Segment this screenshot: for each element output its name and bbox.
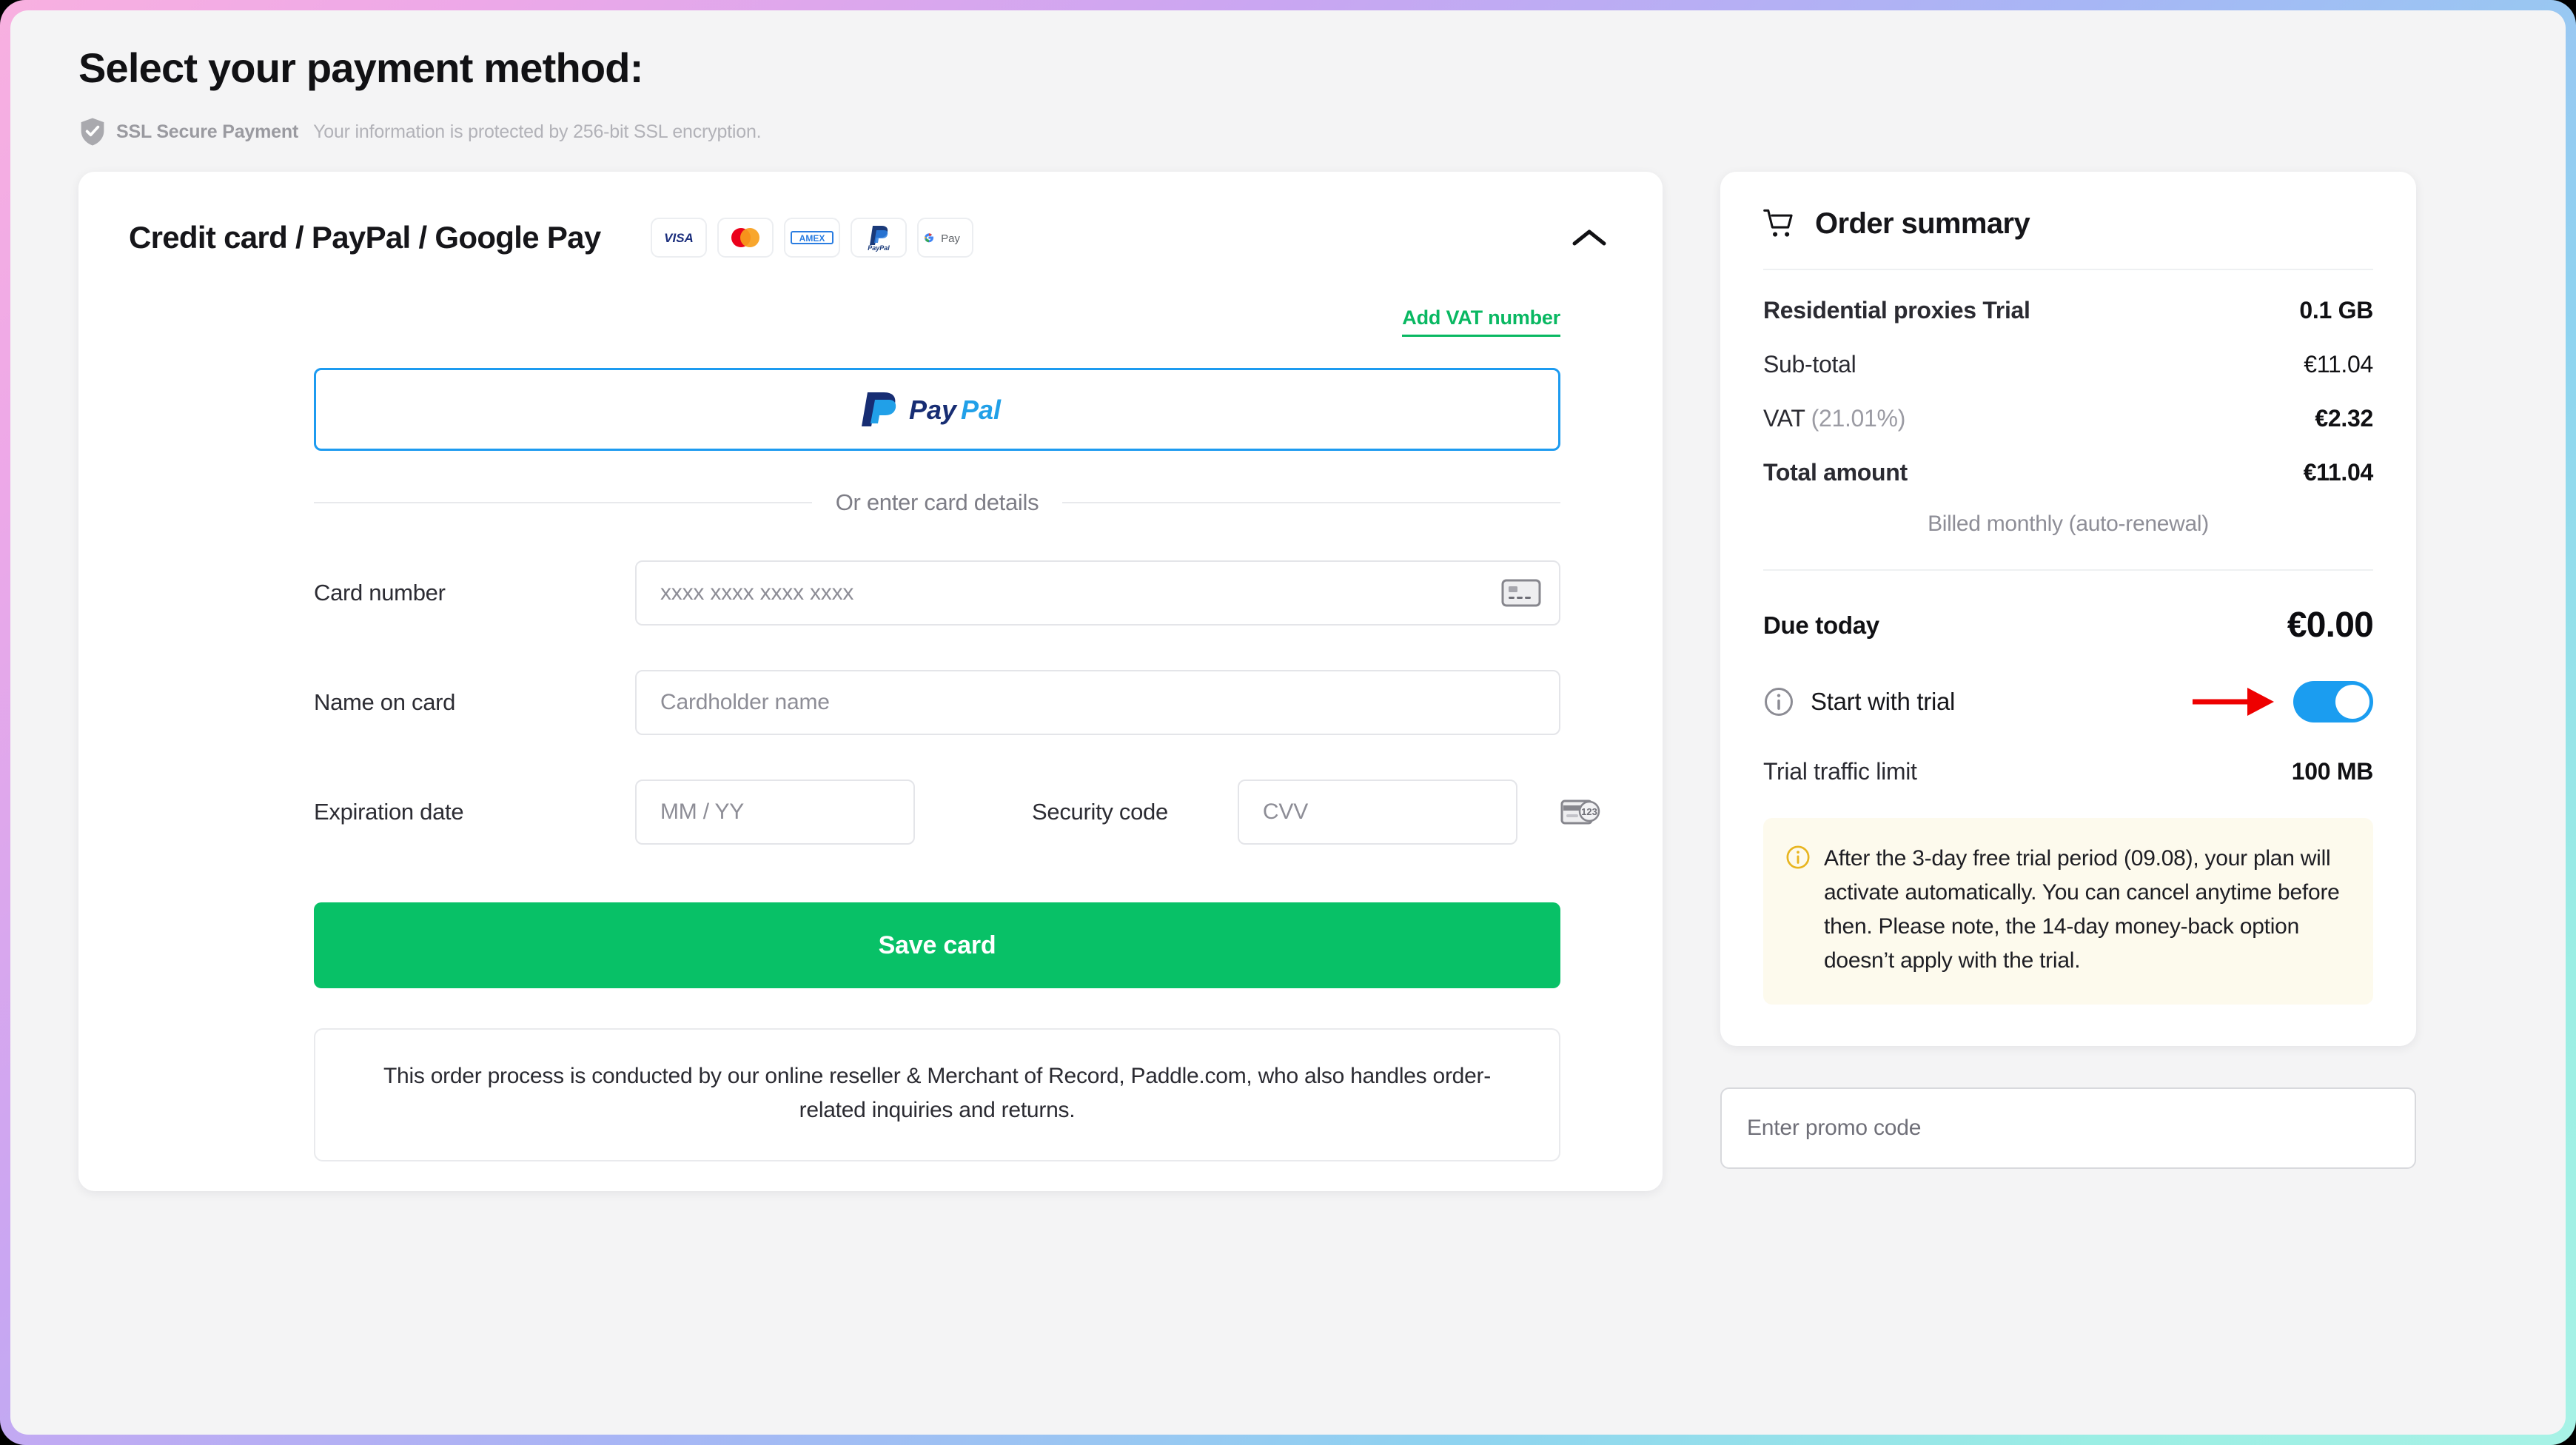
annotation-arrow-icon — [2193, 688, 2274, 717]
vat-value: €2.32 — [2315, 405, 2373, 432]
paypal-wordmark-icon: Pay Pal — [862, 392, 1002, 427]
due-today-label: Due today — [1763, 611, 1879, 639]
product-name: Residential proxies Trial — [1763, 297, 2030, 324]
start-with-trial-toggle[interactable] — [2293, 681, 2373, 723]
order-summary-title: Order summary — [1815, 207, 2030, 241]
gradient-frame: Select your payment method: SSL Secure P… — [0, 0, 2576, 1445]
ssl-badge-text: Your information is protected by 256-bit… — [313, 121, 762, 142]
info-circle-icon[interactable] — [1763, 686, 1794, 717]
add-vat-number-link[interactable]: Add VAT number — [1402, 306, 1560, 338]
total-amount-value: €11.04 — [2303, 459, 2374, 486]
vat-label: VAT — [1763, 405, 1805, 432]
payment-column: Credit card / PayPal / Google Pay VISA A… — [78, 172, 1663, 1191]
divider-label: Or enter card details — [835, 489, 1039, 516]
start-with-trial-label: Start with trial — [1811, 688, 1956, 716]
subtotal-label: Sub-total — [1763, 351, 1856, 378]
ssl-badge: SSL Secure Payment Your information is p… — [78, 117, 2566, 147]
billing-frequency-note: Billed monthly (auto-renewal) — [1763, 512, 2373, 571]
card-number-label: Card number — [314, 580, 446, 606]
summary-product-row: Residential proxies Trial 0.1 GB — [1763, 297, 2373, 324]
checkout-page: Select your payment method: SSL Secure P… — [10, 10, 2566, 1435]
collapse-section-button[interactable] — [1562, 210, 1617, 265]
expiry-cvv-row: Expiration date Security code — [314, 780, 1600, 845]
trial-traffic-limit-row: Trial traffic limit 100 MB — [1763, 758, 2373, 785]
svg-text:VISA: VISA — [665, 231, 694, 245]
svg-text:AMEX: AMEX — [799, 233, 825, 244]
paypal-button-wrap: Pay Pal — [78, 337, 1663, 452]
shield-check-icon — [81, 118, 104, 146]
payment-method-card: Credit card / PayPal / Google Pay VISA A… — [78, 172, 1663, 1191]
svg-text:Pay: Pay — [909, 395, 958, 425]
page-header: Select your payment method: SSL Secure P… — [10, 10, 2566, 147]
trial-traffic-limit-value: 100 MB — [2291, 758, 2374, 785]
trial-traffic-limit-label: Trial traffic limit — [1763, 758, 1917, 785]
page-title: Select your payment method: — [78, 44, 643, 91]
notice-info-icon — [1786, 845, 1810, 869]
mastercard-icon — [717, 218, 774, 258]
shopping-cart-icon — [1763, 209, 1793, 237]
payment-card-header: Credit card / PayPal / Google Pay VISA A… — [78, 172, 1663, 265]
expiration-date-label: Expiration date — [314, 799, 464, 825]
security-code-field[interactable]: 123 — [1237, 780, 1600, 845]
expiration-date-input[interactable] — [660, 799, 946, 825]
trial-notice-text: After the 3-day free trial period (09.08… — [1824, 846, 2340, 973]
payment-method-title: Credit card / PayPal / Google Pay — [129, 220, 601, 255]
order-summary-card: Order summary Residential proxies Trial … — [1720, 172, 2416, 1046]
due-today-row: Due today €0.00 — [1763, 605, 2374, 646]
summary-total-row: Total amount €11.04 — [1763, 459, 2373, 486]
or-enter-card-divider: Or enter card details — [78, 489, 1663, 516]
paypal-icon: PayPal — [851, 218, 908, 258]
name-on-card-input[interactable] — [660, 690, 1541, 716]
save-card-button[interactable]: Save card — [314, 902, 1560, 989]
card-number-field[interactable] — [635, 560, 1560, 626]
cvv-card-icon: 123 — [1560, 799, 1600, 825]
summary-subtotal-row: Sub-total €11.04 — [1763, 351, 2373, 378]
main-content: Credit card / PayPal / Google Pay VISA A… — [10, 147, 2566, 1191]
vat-row: Add VAT number — [78, 265, 1663, 338]
svg-text:123: 123 — [1581, 806, 1597, 817]
name-on-card-row: Name on card — [314, 670, 1560, 736]
security-code-input[interactable] — [1262, 799, 1549, 825]
expiration-date-field[interactable] — [635, 780, 946, 845]
start-with-trial-row: Start with trial — [1763, 681, 2373, 723]
name-on-card-label: Name on card — [314, 689, 456, 716]
card-number-input[interactable] — [660, 580, 1489, 606]
reseller-disclaimer: This order process is conducted by our o… — [314, 1028, 1560, 1161]
card-form: Card number xxxx xxxx xxxx xxxx Name on … — [78, 560, 1663, 989]
security-code-label: Security code — [1032, 799, 1168, 825]
svg-text:Pal: Pal — [961, 395, 1002, 425]
svg-text:PayPal: PayPal — [868, 244, 890, 252]
credit-card-icon — [1501, 579, 1541, 607]
paypal-checkout-button[interactable]: Pay Pal — [314, 368, 1560, 452]
summary-vat-row: VAT (21.01%) €2.32 — [1763, 405, 2373, 432]
due-today-value: €0.00 — [2287, 606, 2374, 646]
total-amount-label: Total amount — [1763, 459, 1908, 486]
accepted-brands: VISA AMEX PayPal Pay — [651, 218, 974, 258]
amex-icon: AMEX — [784, 218, 841, 258]
card-number-row: Card number — [314, 560, 1560, 626]
visa-icon: VISA — [651, 218, 708, 258]
svg-text:Pay: Pay — [942, 232, 961, 245]
chevron-up-icon — [1572, 229, 1606, 246]
promo-code-field[interactable]: Enter promo code — [1720, 1087, 2416, 1169]
order-summary-header: Order summary — [1763, 207, 2373, 271]
name-on-card-field[interactable] — [635, 670, 1560, 736]
promo-code-placeholder: Enter promo code — [1747, 1115, 1922, 1140]
product-amount: 0.1 GB — [2299, 297, 2373, 324]
summary-column: Order summary Residential proxies Trial … — [1720, 172, 2416, 1169]
ssl-badge-strong: SSL Secure Payment — [116, 121, 299, 142]
google-pay-icon: Pay — [917, 218, 974, 258]
subtotal-value: €11.04 — [2304, 351, 2373, 378]
vat-percent: (21.01%) — [1811, 405, 1906, 432]
toggle-knob — [2335, 685, 2369, 720]
trial-notice-box: After the 3-day free trial period (09.08… — [1763, 818, 2373, 1005]
